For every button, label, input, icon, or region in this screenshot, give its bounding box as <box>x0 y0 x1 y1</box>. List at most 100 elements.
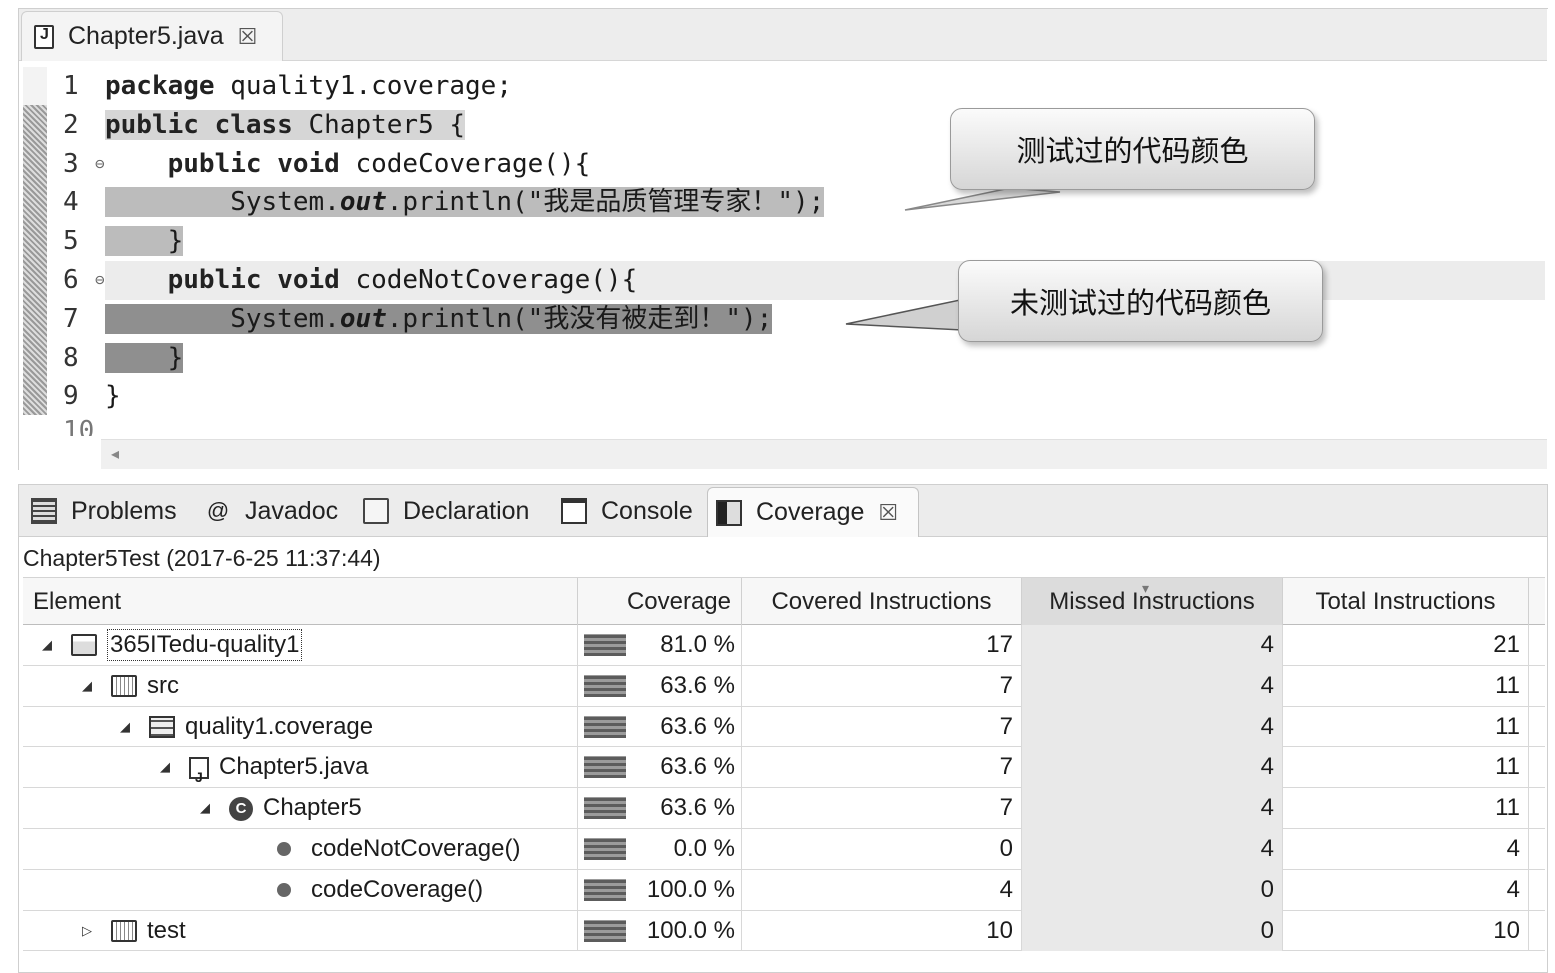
coverage-bar <box>584 715 626 738</box>
tab-console[interactable]: Console <box>553 485 693 537</box>
coverage-bar <box>584 756 626 779</box>
code-area[interactable]: package quality1.coverage; public class … <box>105 67 1545 416</box>
table-row[interactable]: ◢ quality1.coverage 63.6 % 7 4 11 <box>23 706 1545 748</box>
code-text: Chapter5 { <box>292 109 466 140</box>
coverage-bar <box>584 878 626 901</box>
close-icon[interactable]: ☒ <box>238 24 258 50</box>
method-icon <box>277 883 291 898</box>
column-header-covered-instructions[interactable]: Covered Instructions <box>742 578 1022 626</box>
table-row[interactable]: codeCoverage() 100.0 % 4 0 4 <box>23 869 1545 911</box>
coverage-percent: 63.6 % <box>660 712 735 740</box>
column-header-coverage[interactable]: Coverage <box>578 578 742 626</box>
total-cell: 21 <box>1283 625 1529 666</box>
element-cell: ▷ test <box>23 910 578 952</box>
line-number: 2 <box>63 109 79 140</box>
declaration-icon <box>363 498 389 524</box>
expand-arrow-icon[interactable]: ◢ <box>195 788 215 829</box>
line-number: 9 <box>63 381 79 412</box>
coverage-bar <box>584 797 626 820</box>
tab-problems[interactable]: Problems <box>23 485 177 537</box>
code-text: codeCoverage(){ <box>339 148 591 179</box>
element-cell: ◢ src <box>23 665 578 707</box>
line-number: 3 <box>63 148 79 179</box>
expand-arrow-icon[interactable]: ◢ <box>115 707 135 748</box>
coverage-percent: 0.0 % <box>673 834 735 862</box>
tab-coverage[interactable]: Coverage ☒ <box>707 487 919 537</box>
code-field: out <box>339 187 387 218</box>
column-header-total-instructions[interactable]: Total Instructions <box>1283 578 1529 626</box>
element-cell: ◢ quality1.coverage <box>23 706 578 748</box>
coverage-percent: 63.6 % <box>660 794 735 822</box>
collapsed-arrow-icon[interactable]: ▷ <box>77 911 97 952</box>
column-header-missed-instructions[interactable]: ▾ Missed Instructions <box>1022 578 1283 626</box>
covered-cell: 17 <box>742 625 1022 666</box>
line-number: 8 <box>63 342 79 373</box>
coverage-icon <box>716 499 742 526</box>
element-cell: codeCoverage() <box>23 869 578 911</box>
expand-arrow-icon[interactable]: ◢ <box>155 747 175 788</box>
editor-tab-chapter5-java[interactable]: Chapter5.java ☒ <box>21 11 283 61</box>
code-text: } <box>105 381 121 412</box>
tab-declaration[interactable]: Declaration <box>355 485 529 537</box>
coverage-cell: 63.6 % <box>578 788 742 829</box>
code-line-1: package quality1.coverage; <box>105 67 1545 106</box>
table-row[interactable]: ◢ src 63.6 % 7 4 11 <box>23 665 1545 707</box>
code-text: System. <box>105 303 340 334</box>
element-label: Chapter5 <box>263 794 362 822</box>
tab-label: Javadoc <box>245 496 339 525</box>
element-label: src <box>147 671 179 699</box>
covered-cell: 7 <box>742 747 1022 789</box>
scroll-left-icon[interactable]: ◂ <box>111 444 119 464</box>
coverage-percent: 63.6 % <box>660 753 735 781</box>
element-label: quality1.coverage <box>185 712 374 740</box>
tab-javadoc[interactable]: @ Javadoc <box>197 485 338 537</box>
missed-cell: 0 <box>1022 869 1283 911</box>
code-text: System. <box>105 187 340 218</box>
panel-tab-bar: Problems @ Javadoc Declaration Console C… <box>19 485 1547 537</box>
missed-cell: 4 <box>1022 706 1283 748</box>
table-row[interactable]: ◢ 365ITedu-quality1 81.0 % 17 4 21 <box>23 625 1545 666</box>
table-row[interactable]: ◢ C Chapter5 63.6 % 7 4 11 <box>23 788 1545 829</box>
code-keyword: package <box>105 71 215 101</box>
code-line-4: System.out.println("我是品质管理专家！"); <box>105 183 1545 222</box>
element-label: codeNotCoverage() <box>311 834 521 862</box>
column-header-label: Missed Instructions <box>1049 588 1255 615</box>
line-number-gutter: 1 2 3 ⊖ 4 5 6 ⊖ 7 8 9 10 <box>53 67 113 436</box>
table-row[interactable]: codeNotCoverage() 0.0 % 0 4 4 <box>23 828 1545 870</box>
horizontal-scrollbar[interactable]: ◂ <box>101 439 1547 469</box>
column-header-element[interactable]: Element <box>23 578 578 626</box>
total-cell: 11 <box>1283 788 1529 829</box>
missed-cell: 4 <box>1022 665 1283 707</box>
element-label: Chapter5.java <box>219 753 369 781</box>
table-row[interactable]: ◢ Chapter5.java 63.6 % 7 4 11 <box>23 747 1545 798</box>
expand-arrow-icon[interactable]: ◢ <box>77 666 97 707</box>
line-number-6: 6 ⊖ <box>53 261 113 300</box>
callout-covered-code-color: 测试过的代码颜色 <box>950 108 1315 190</box>
missed-cell: 4 <box>1022 747 1283 789</box>
code-line-8: } <box>105 339 1545 378</box>
expand-arrow-icon[interactable]: ◢ <box>37 625 57 666</box>
code-field: out <box>339 303 387 334</box>
java-file-icon <box>34 24 54 49</box>
window-left-edge <box>0 0 10 973</box>
coverage-bar <box>584 634 626 656</box>
fold-collapse-icon[interactable]: ⊖ <box>95 145 105 184</box>
problems-icon <box>31 498 57 524</box>
coverage-percent: 63.6 % <box>660 671 735 699</box>
source-folder-icon <box>111 919 137 942</box>
code-text: codeNotCoverage(){ <box>339 264 638 295</box>
table-row[interactable]: ▷ test 100.0 % 10 0 10 <box>23 910 1545 952</box>
class-icon: C <box>229 796 253 821</box>
line-number: 10 <box>63 416 95 437</box>
close-icon[interactable]: ☒ <box>878 500 898 526</box>
line-number: 5 <box>63 226 79 257</box>
code-line-7: System.out.println("我没有被走到！"); <box>105 300 1545 339</box>
fold-collapse-icon[interactable]: ⊖ <box>95 261 105 300</box>
coverage-bar <box>584 919 626 942</box>
element-label: codeCoverage() <box>311 875 484 903</box>
coverage-ruler <box>23 105 47 415</box>
code-editor[interactable]: Chapter5.java ☒ 1 2 3⊖ 4 5 6⊖ 7 8 9 10 p… <box>18 8 1548 470</box>
console-icon <box>561 498 587 524</box>
